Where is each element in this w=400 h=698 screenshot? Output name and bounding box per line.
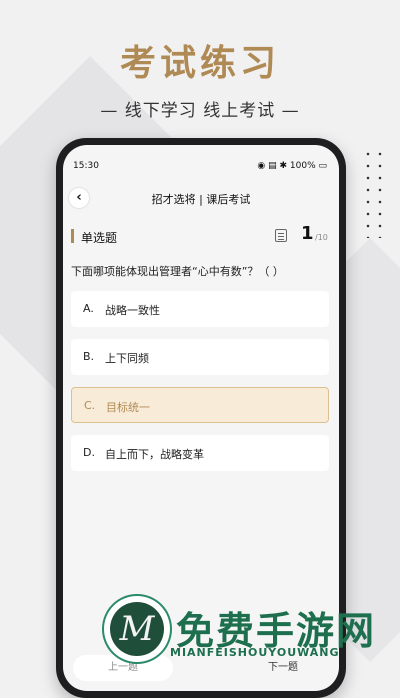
watermark-logo: M — [104, 596, 170, 662]
option-b[interactable]: B. 上下同频 — [71, 339, 329, 375]
decorative-dots — [362, 148, 386, 238]
question-text: 下面哪项能体现出管理者“心中有数”？（ ） — [71, 265, 284, 278]
option-letter: A. — [83, 302, 94, 315]
watermark-logo-letter: M — [110, 602, 164, 656]
status-bar: 15:30 ◉ ▤ ✱ 100% ▭ — [63, 145, 339, 173]
option-text: 目标统一 — [106, 401, 150, 414]
answer-sheet-icon[interactable] — [275, 229, 287, 242]
watermark-subtitle: MIANFEISHOUYOUWANG — [170, 646, 340, 659]
hero-title: 考试练习 — [119, 43, 280, 84]
option-letter: B. — [83, 350, 95, 363]
question-number: 1 — [301, 223, 314, 244]
option-text: 战略一致性 — [105, 304, 160, 317]
option-letter: C. — [84, 399, 96, 412]
page-title: 招才选将 | 课后考试 — [151, 193, 251, 206]
option-text: 上下同频 — [105, 352, 149, 365]
question-total: /10 — [315, 233, 328, 242]
nav-bar: ‹ 招才选将 | 课后考试 — [63, 181, 339, 215]
option-c[interactable]: C. 目标统一 — [71, 387, 329, 423]
status-icons: ◉ ▤ ✱ 100% ▭ — [257, 161, 327, 171]
accent-bar — [71, 229, 74, 243]
question-type: 单选题 — [81, 231, 118, 245]
option-letter: D. — [83, 446, 95, 459]
option-text: 自上而下，战略变革 — [105, 448, 204, 461]
option-a[interactable]: A. 战略一致性 — [71, 291, 329, 327]
hero-subtitle: — 线下学习 线上考试 — — [100, 101, 300, 121]
option-d[interactable]: D. 自上而下，战略变革 — [71, 435, 329, 471]
status-time: 15:30 — [73, 161, 99, 171]
question-header: 单选题 1 /10 — [63, 221, 339, 251]
